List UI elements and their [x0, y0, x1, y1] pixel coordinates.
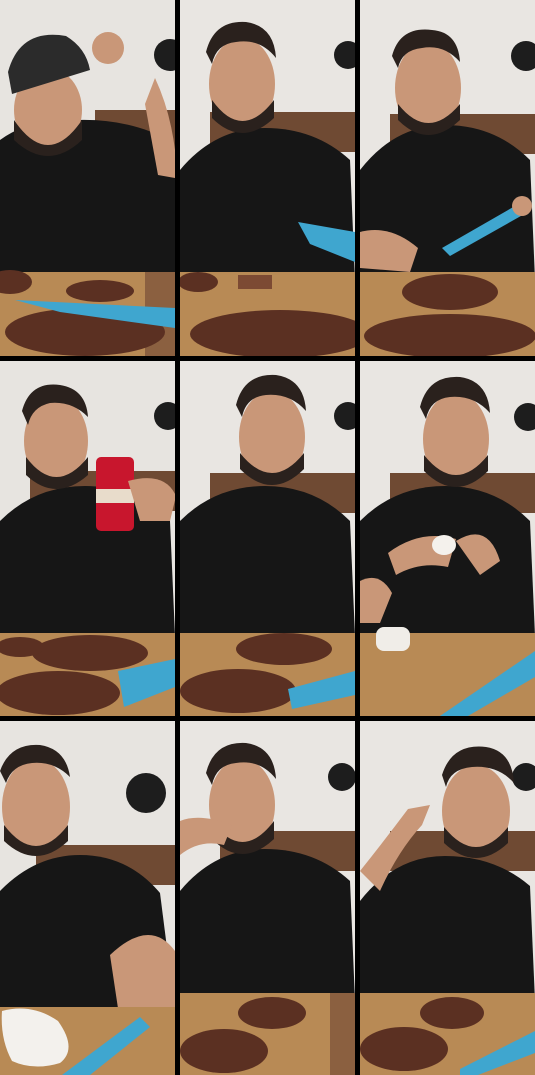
frame-1 [0, 0, 175, 356]
video-frame-grid [0, 0, 535, 1075]
frame-7-image [0, 721, 175, 1075]
frame-9-image [360, 721, 535, 1075]
salt-shaker [376, 627, 410, 651]
speaker-icon [126, 773, 166, 813]
frame-5 [180, 361, 355, 716]
frame-6 [360, 361, 535, 716]
frame-4 [0, 361, 175, 716]
frame-2-image [180, 0, 355, 356]
frame-3 [360, 0, 535, 356]
frame-7 [0, 721, 175, 1075]
frame-9 [360, 721, 535, 1075]
frame-8 [180, 721, 355, 1075]
frame-3-image [360, 0, 535, 356]
frame-1-image [0, 0, 175, 356]
speaker-icon [328, 763, 355, 791]
frame-4-image [0, 361, 175, 716]
frame-5-image [180, 361, 355, 716]
frame-2 [180, 0, 355, 356]
frame-8-image [180, 721, 355, 1075]
frame-6-image [360, 361, 535, 716]
